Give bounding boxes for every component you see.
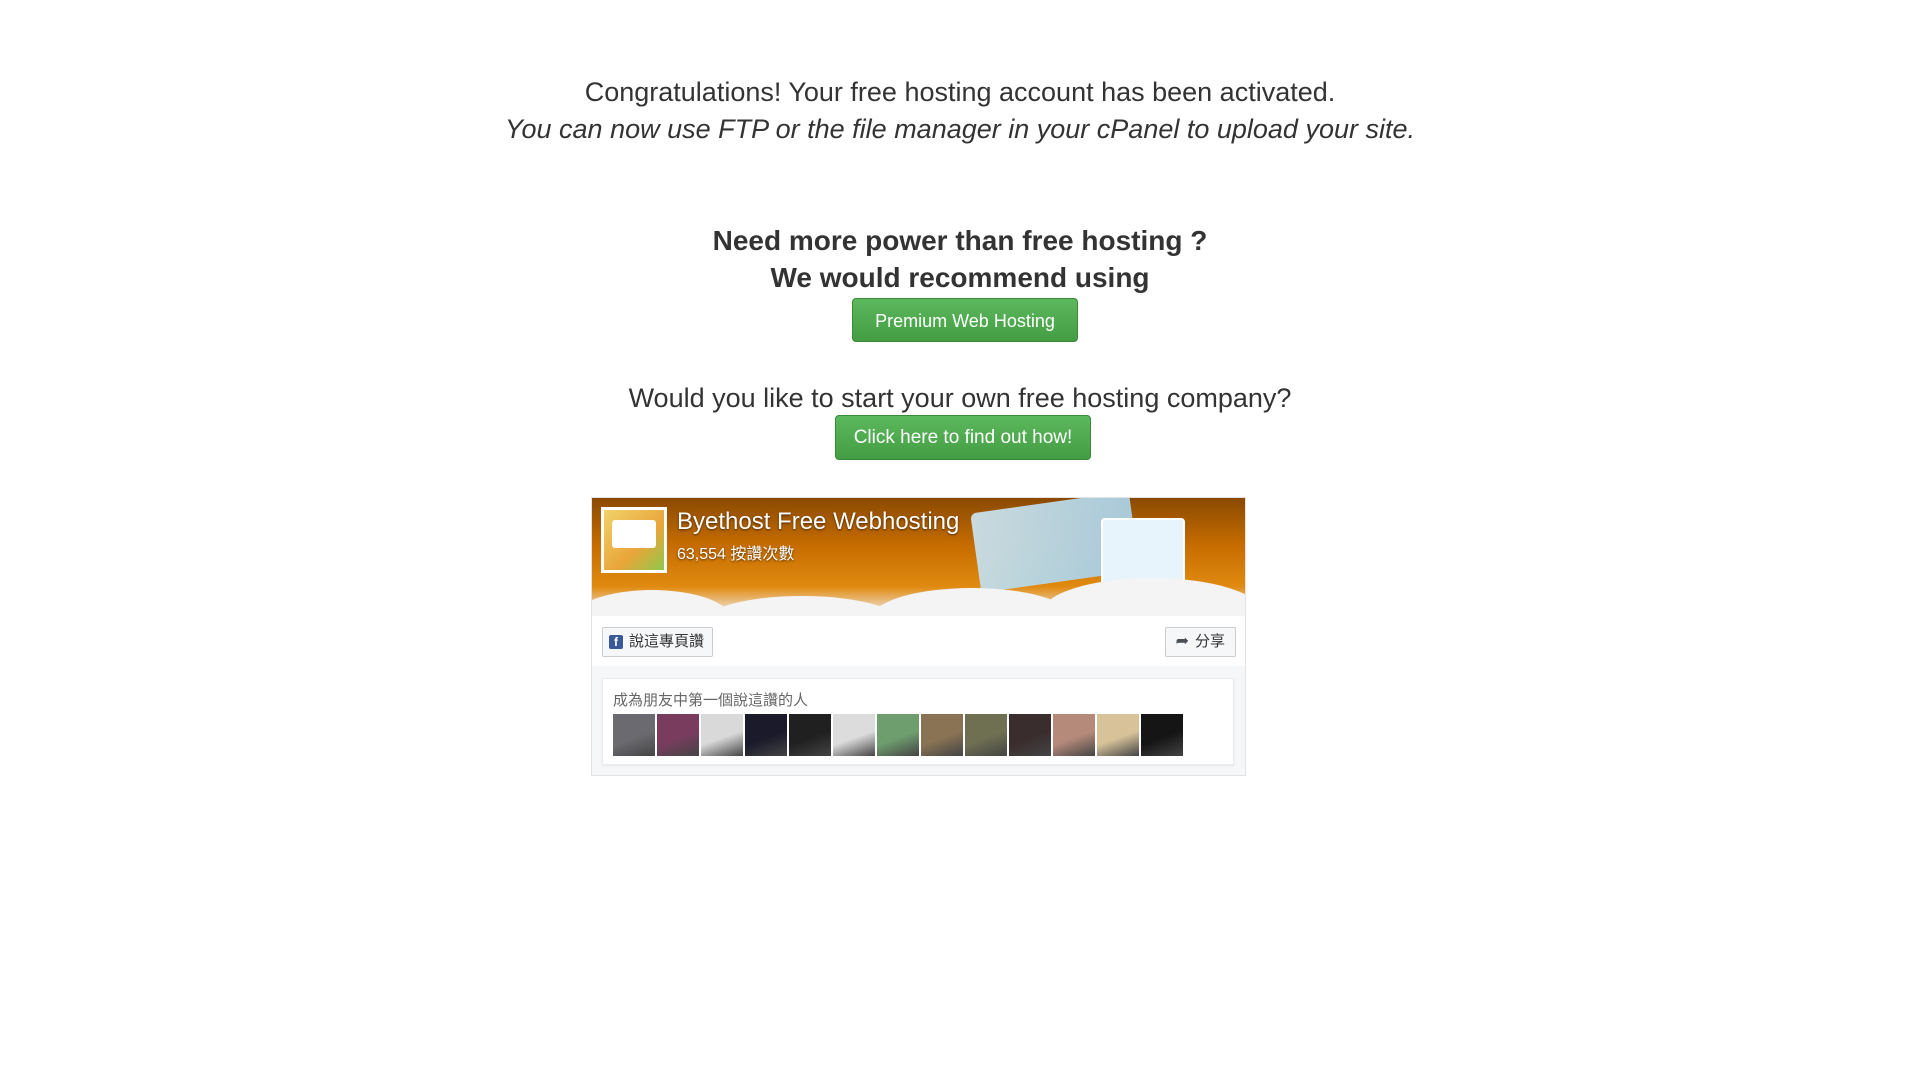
- facebook-like-count: 63,554 按讚次數: [677, 546, 795, 563]
- friend-avatars: [613, 714, 1183, 756]
- facebook-logo-icon: f: [609, 635, 623, 649]
- friend-avatar[interactable]: [1097, 714, 1139, 756]
- activation-page: Congratulations! Your free hosting accou…: [0, 0, 1920, 1080]
- friend-avatar[interactable]: [965, 714, 1007, 756]
- cover-cloud: [1042, 578, 1245, 616]
- facebook-page-avatar[interactable]: [601, 507, 667, 573]
- find-out-how-button[interactable]: Click here to find out how!: [835, 415, 1091, 460]
- friend-avatar[interactable]: [877, 714, 919, 756]
- facebook-like-button[interactable]: f 說這專頁讚: [602, 627, 714, 657]
- friend-avatar[interactable]: [1009, 714, 1051, 756]
- share-arrow-icon: ➦: [1175, 633, 1189, 650]
- reseller-question: Would you like to start your own free ho…: [628, 383, 1292, 413]
- friends-panel: 成為朋友中第一個說這讚的人: [602, 678, 1234, 765]
- facebook-page-widget: Byethost Free Webhosting 63,554 按讚次數 f 說…: [591, 497, 1246, 776]
- friend-avatar[interactable]: [1053, 714, 1095, 756]
- like-button-label: 說這專頁讚: [629, 633, 705, 650]
- upsell-heading: Need more power than free hosting ? We w…: [0, 222, 1920, 296]
- premium-hosting-button[interactable]: Premium Web Hosting: [852, 298, 1078, 342]
- facebook-cover-image[interactable]: Byethost Free Webhosting 63,554 按讚次數: [592, 498, 1245, 616]
- friend-avatar[interactable]: [833, 714, 875, 756]
- friend-avatar[interactable]: [1141, 714, 1183, 756]
- share-button-label: 分享: [1194, 633, 1225, 650]
- friend-avatar[interactable]: [701, 714, 743, 756]
- activation-title: Congratulations! Your free hosting accou…: [584, 77, 1336, 107]
- activation-message: Congratulations! Your free hosting accou…: [0, 74, 1920, 148]
- activation-subtitle: You can now use FTP or the file manager …: [504, 114, 1415, 144]
- upsell-line-1: Need more power than free hosting ?: [712, 225, 1208, 256]
- friend-avatar[interactable]: [921, 714, 963, 756]
- facebook-page-name[interactable]: Byethost Free Webhosting: [677, 508, 959, 536]
- avatar-graphic: [612, 520, 656, 548]
- friend-avatar[interactable]: [745, 714, 787, 756]
- friend-avatar[interactable]: [789, 714, 831, 756]
- friend-avatar[interactable]: [657, 714, 699, 756]
- facebook-share-button[interactable]: ➦ 分享: [1164, 627, 1236, 657]
- friend-avatar[interactable]: [613, 714, 655, 756]
- friends-prompt: 成為朋友中第一個說這讚的人: [613, 692, 809, 709]
- upsell-line-2: We would recommend using: [770, 262, 1150, 293]
